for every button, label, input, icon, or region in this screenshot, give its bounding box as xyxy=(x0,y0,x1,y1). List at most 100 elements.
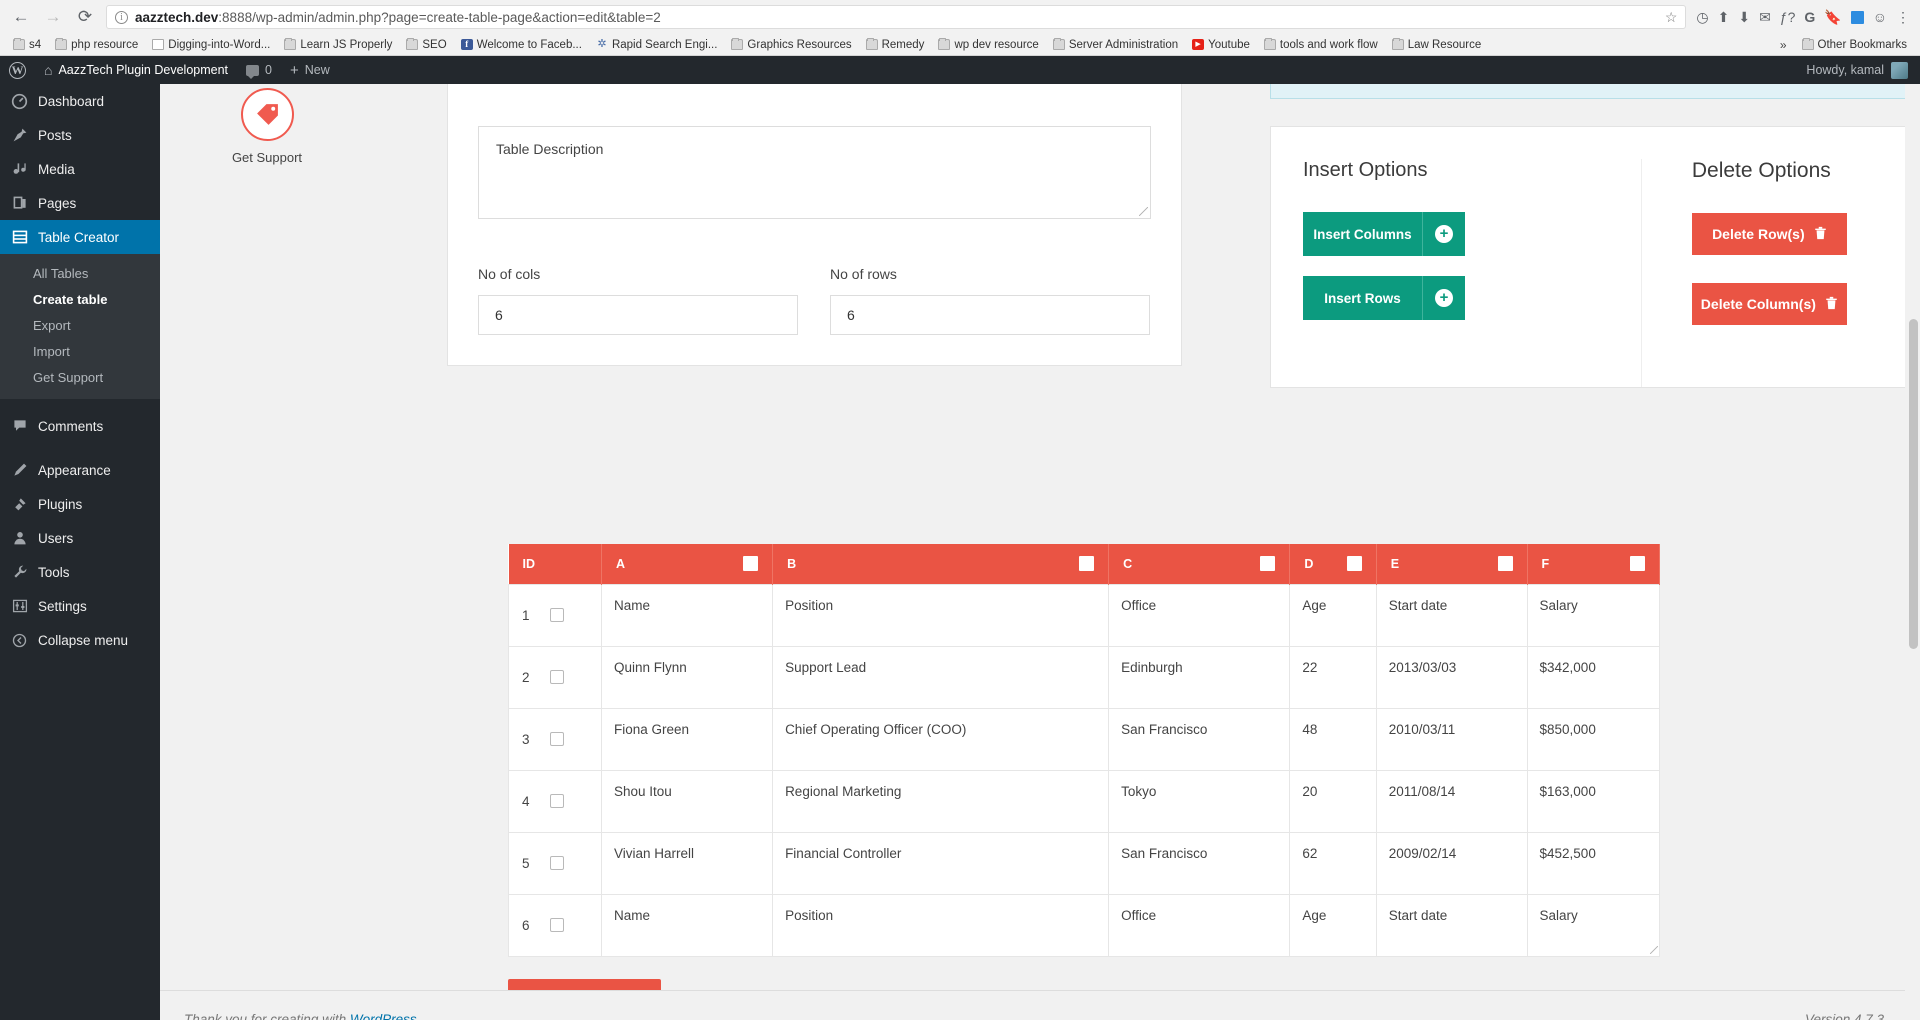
table-description-input[interactable]: Table Description xyxy=(478,126,1151,219)
resize-grip-icon[interactable] xyxy=(1649,946,1658,954)
table-cell[interactable]: Office xyxy=(1108,583,1658,954)
bookmark-item[interactable]: s4 xyxy=(6,35,48,55)
sidebar-item-plugins[interactable]: Plugins xyxy=(0,487,160,521)
bookmark-icon[interactable]: 🔖 xyxy=(1824,10,1841,24)
bookmark-item[interactable]: wp dev resource xyxy=(931,35,1045,55)
download-icon[interactable]: ⬇ xyxy=(1738,10,1750,24)
column-select-checkbox[interactable] xyxy=(1630,556,1645,572)
cell-input[interactable]: Age xyxy=(1290,585,1375,646)
sidebar-item-users[interactable]: Users xyxy=(0,521,160,555)
table-cell[interactable]: $163,000 xyxy=(1526,769,1661,954)
cell-input[interactable]: Start date xyxy=(1377,895,1527,956)
cell-input[interactable]: Position xyxy=(773,895,1108,956)
row-select-checkbox[interactable] xyxy=(549,794,564,808)
wordpress-link[interactable]: WordPress xyxy=(350,1012,417,1020)
reload-icon[interactable]: ⟳ xyxy=(74,6,96,28)
table-cell[interactable]: Regional Marketing xyxy=(772,769,1658,954)
cell-input[interactable]: Shou Itou xyxy=(602,771,772,832)
bookmark-item[interactable]: ✲ Rapid Search Engi... xyxy=(589,35,724,55)
submenu-item-all-tables[interactable]: All Tables xyxy=(0,261,160,287)
cell-input[interactable]: Name xyxy=(602,585,772,646)
table-cell[interactable]: Salary xyxy=(1526,583,1661,954)
cell-input[interactable]: Regional Marketing xyxy=(773,771,1108,832)
table-cell[interactable]: Age xyxy=(1289,583,1658,954)
cell-input[interactable]: $850,000 xyxy=(1528,709,1659,770)
submenu-item-import[interactable]: Import xyxy=(0,339,160,365)
submenu-item-create-table[interactable]: Create table xyxy=(0,287,160,313)
cell-input[interactable]: 2009/02/14 xyxy=(1377,833,1527,894)
cell-input[interactable]: Tokyo xyxy=(1109,771,1289,832)
sidebar-item-dashboard[interactable]: Dashboard xyxy=(0,84,160,118)
help-icon[interactable]: ☺ xyxy=(1873,10,1887,24)
bookmark-item[interactable]: Remedy xyxy=(859,35,932,55)
table-cell[interactable]: 2009/02/14 xyxy=(1375,831,1658,954)
bookmark-star-icon[interactable]: ☆ xyxy=(1665,9,1678,26)
bookmark-item[interactable]: tools and work flow xyxy=(1257,35,1385,55)
table-cell[interactable]: Start date xyxy=(1375,893,1658,957)
cell-input[interactable]: Chief Operating Officer (COO) xyxy=(773,709,1108,770)
cell-input[interactable]: 2011/08/14 xyxy=(1377,771,1527,832)
cell-input[interactable]: Position xyxy=(773,585,1108,646)
sidebar-item-media[interactable]: Media xyxy=(0,152,160,186)
cell-input[interactable]: 48 xyxy=(1290,709,1375,770)
cell-input[interactable]: Office xyxy=(1109,585,1289,646)
page-scrollbar[interactable] xyxy=(1905,84,1920,1020)
sidebar-item-posts[interactable]: Posts xyxy=(0,118,160,152)
cell-input[interactable]: Office xyxy=(1109,895,1289,956)
sidebar-item-collapse-menu[interactable]: Collapse menu xyxy=(0,623,160,657)
bookmark-item[interactable]: Graphics Resources xyxy=(724,35,858,55)
table-cell[interactable]: San Francisco xyxy=(1108,707,1658,954)
table-cell[interactable]: Quinn Flynn xyxy=(600,645,1658,954)
row-select-checkbox[interactable] xyxy=(549,670,564,684)
back-icon[interactable]: ← xyxy=(10,6,32,28)
site-name-menu[interactable]: ⌂ AazzTech Plugin Development xyxy=(35,56,237,84)
sidebar-item-settings[interactable]: Settings xyxy=(0,589,160,623)
table-cell[interactable]: 48 xyxy=(1289,707,1658,954)
submenu-item-get-support[interactable]: Get Support xyxy=(0,365,160,391)
table-cell[interactable]: Position xyxy=(772,893,1658,957)
other-bookmarks-item[interactable]: Other Bookmarks xyxy=(1795,35,1914,55)
get-support-badge[interactable]: Get Support xyxy=(207,88,327,165)
grammarly-icon[interactable]: G xyxy=(1804,10,1815,24)
table-cell[interactable]: Salary xyxy=(1526,893,1661,957)
table-cell[interactable]: Shou Itou xyxy=(600,769,1658,954)
sidebar-item-comments[interactable]: Comments xyxy=(0,409,160,443)
column-select-checkbox[interactable] xyxy=(1497,556,1513,572)
rows-input[interactable]: 6 xyxy=(830,295,1150,335)
mail-icon[interactable]: ✉ xyxy=(1759,10,1771,24)
sidebar-item-appearance[interactable]: Appearance xyxy=(0,453,160,487)
table-cell[interactable]: Support Lead xyxy=(772,645,1658,954)
table-cell[interactable]: 62 xyxy=(1289,831,1658,954)
bookmark-item[interactable]: ▶ Youtube xyxy=(1185,35,1257,55)
cell-input[interactable]: Vivian Harrell xyxy=(602,833,772,894)
column-select-checkbox[interactable] xyxy=(1260,556,1276,572)
table-cell[interactable]: Financial Controller xyxy=(772,831,1658,954)
column-select-checkbox[interactable] xyxy=(1079,556,1095,572)
cell-input[interactable]: Salary xyxy=(1528,585,1659,646)
cell-input[interactable]: 2010/03/11 xyxy=(1377,709,1527,770)
history-icon[interactable]: ◷ xyxy=(1696,10,1708,24)
table-cell[interactable]: 20 xyxy=(1289,769,1658,954)
table-cell[interactable]: 2011/08/14 xyxy=(1375,769,1658,954)
resize-grip-icon[interactable] xyxy=(1139,207,1148,216)
table-cell[interactable]: San Francisco xyxy=(1108,831,1658,954)
cell-input[interactable]: Name xyxy=(602,895,772,956)
table-cell[interactable]: Edinburgh xyxy=(1108,645,1658,954)
scrollbar-thumb[interactable] xyxy=(1909,319,1918,649)
table-cell[interactable]: $342,000 xyxy=(1526,645,1661,954)
site-info-icon[interactable]: i xyxy=(115,10,128,24)
bookmark-item[interactable]: f Welcome to Faceb... xyxy=(454,35,589,55)
column-select-checkbox[interactable] xyxy=(743,556,759,572)
blue-square-icon[interactable] xyxy=(1850,10,1864,24)
bookmark-item[interactable]: SEO xyxy=(399,35,453,55)
row-select-checkbox[interactable] xyxy=(549,856,564,870)
bookmarks-overflow-icon[interactable]: » xyxy=(1772,38,1795,52)
browser-menu-icon[interactable]: ⋮ xyxy=(1896,10,1910,24)
wp-logo-menu[interactable]: W xyxy=(0,56,35,84)
table-cell[interactable]: 2013/03/03 xyxy=(1375,645,1658,954)
table-cell[interactable]: Name xyxy=(600,583,1658,954)
sidebar-item-tools[interactable]: Tools xyxy=(0,555,160,589)
bookmark-item[interactable]: Server Administration xyxy=(1046,35,1185,55)
table-cell[interactable]: Office xyxy=(1108,893,1658,957)
cell-input[interactable]: Edinburgh xyxy=(1109,647,1289,708)
